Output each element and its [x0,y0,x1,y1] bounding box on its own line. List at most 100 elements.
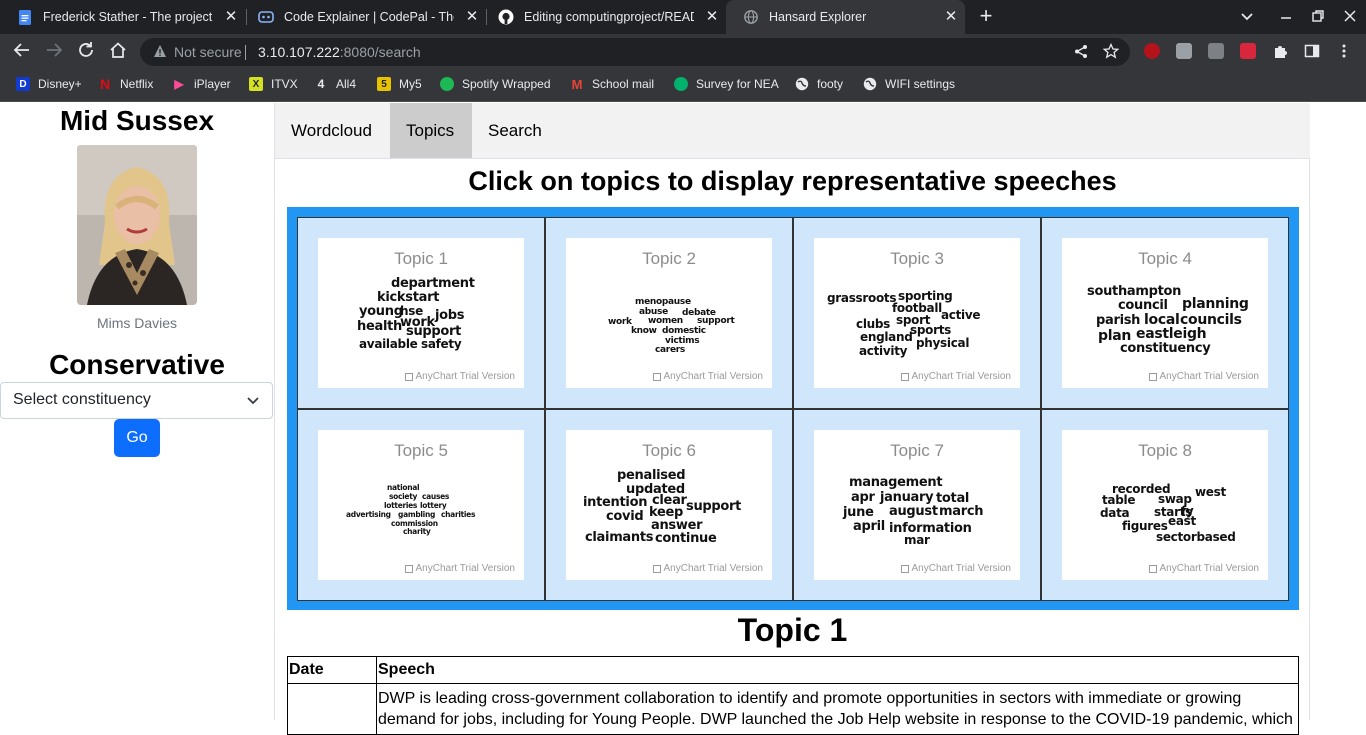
ublock-icon[interactable] [1144,43,1160,59]
bookmark-school-mail[interactable]: M School mail [570,77,654,92]
back-icon[interactable] [12,41,32,61]
cloud-word: mar [904,533,930,547]
close-icon[interactable]: ✕ [223,9,239,25]
bookmark-iplayer[interactable]: ▶ iPlayer [172,77,231,91]
new-tab-icon[interactable]: + [978,5,994,27]
table-header-row: Date Speech [287,656,1299,684]
topic-cell-5[interactable]: Topic 5 national society causes lotterie… [297,409,545,601]
close-window-icon[interactable] [1342,9,1358,25]
chevron-down-icon[interactable] [1239,9,1255,25]
watermark-text: AnyChart Trial Version [1159,371,1260,382]
cloud-word: domestic [662,326,706,336]
topic-wordcloud-4[interactable]: Topic 4 southampton council planning par… [1062,238,1268,388]
browser-tab-github[interactable]: Editing computingproject/READM ✕ [481,0,726,34]
cloud-word: west [1195,485,1226,499]
tab-wordcloud[interactable]: Wordcloud [275,103,390,158]
constituency-select[interactable]: Select constituency [0,382,273,419]
topic-title: Topic 4 [1138,249,1192,268]
extension-icon[interactable] [1240,43,1256,59]
tab-topics[interactable]: Topics [390,103,472,158]
cloud-word: covid [606,509,644,524]
mp-photo [77,145,197,305]
cloud-word: activity [859,344,908,358]
close-icon[interactable]: ✕ [464,9,480,25]
cloud-word: planning [1182,296,1249,312]
topic-cell-2[interactable]: Topic 2 menopause abuse debate work wome… [545,217,793,409]
topic-cell-3[interactable]: Topic 3 grassroots sporting football act… [793,217,1041,409]
cloud-word: active [941,308,981,322]
cloud-word: causes [422,492,450,501]
topic-wordcloud-7[interactable]: Topic 7 management apr january total jun… [814,430,1020,580]
extension-icon[interactable] [1176,43,1192,59]
reload-icon[interactable] [76,41,96,61]
tab-title: Frederick Stather - The project - G [43,10,213,24]
cloud-word: lottery [420,501,447,510]
cloud-word: sports [910,323,951,337]
close-icon[interactable]: ✕ [943,9,959,25]
cloud-word: work [608,317,632,327]
topic-cell-4[interactable]: Topic 4 southampton council planning par… [1041,217,1289,409]
sidepanel-icon[interactable] [1304,43,1320,59]
anychart-watermark: AnyChart Trial Version [652,563,764,574]
share-icon[interactable] [1074,44,1088,64]
topic-wordcloud-1[interactable]: Topic 1 department kickstart young hse j… [318,238,524,388]
browser-tab-docs[interactable]: Frederick Stather - The project - G ✕ [0,0,245,34]
bookmark-itvx[interactable]: X ITVX [249,77,298,91]
cloud-word: health [357,319,402,334]
forward-icon[interactable] [44,41,64,61]
tab-title: Editing computingproject/READM [524,10,694,24]
page-content: Mid Sussex Mims Davies Conservative Sele… [0,103,1366,735]
topic-wordcloud-2[interactable]: Topic 2 menopause abuse debate work wome… [566,238,772,388]
bookmark-my5[interactable]: 5 My5 [377,77,422,91]
restore-icon[interactable] [1310,9,1326,25]
cloud-word: management [849,475,943,490]
globe-icon [795,77,809,91]
cloud-word: august [889,504,938,519]
bookmark-label: WIFI settings [885,77,956,91]
cloud-word: know [631,326,657,336]
bookmark-label: iPlayer [194,77,231,91]
bookmark-survey[interactable]: Survey for NEA [674,77,779,91]
bookmark-netflix[interactable]: N Netflix [98,76,153,92]
topic-cell-6[interactable]: Topic 6 penalised updated intention clea… [545,409,793,601]
speech-text: DWP is leading cross-government collabor… [376,683,1299,735]
watermark-text: AnyChart Trial Version [1159,563,1260,574]
address-bar[interactable]: Not secure 3.10.107.222:8080/search [140,38,1130,66]
cloud-word: physical [916,336,970,350]
bookmark-footy[interactable]: footy [795,77,843,91]
bookmark-spotify[interactable]: Spotify Wrapped [440,77,551,91]
chart-icon [652,564,661,573]
topic-cell-7[interactable]: Topic 7 management apr january total jun… [793,409,1041,601]
bookmark-wifi[interactable]: WIFI settings [863,77,955,91]
browser-tab-hansard[interactable]: Hansard Explorer ✕ [726,0,965,34]
selected-topic-title: Topic 1 [737,612,848,648]
netflix-icon: N [99,76,111,92]
topic-wordcloud-3[interactable]: Topic 3 grassroots sporting football act… [814,238,1020,388]
nav-tabs: Wordcloud Topics Search [275,103,1310,159]
star-icon[interactable] [1102,42,1120,64]
watermark-text: AnyChart Trial Version [663,563,764,574]
puzzle-icon[interactable] [1272,43,1288,59]
topic-wordcloud-6[interactable]: Topic 6 penalised updated intention clea… [566,430,772,580]
chevron-down-icon [246,393,260,412]
my5-icon: 5 [377,77,391,91]
browser-tab-codepal[interactable]: Code Explainer | CodePal - The U ✕ [241,0,486,34]
minimize-icon[interactable] [1278,9,1294,25]
home-icon[interactable] [108,41,128,61]
menu-icon[interactable] [1336,43,1352,59]
close-icon[interactable]: ✕ [704,9,720,25]
watermark-text: AnyChart Trial Version [911,563,1012,574]
topic-cell-1[interactable]: Topic 1 department kickstart young hse j… [297,217,545,409]
watermark-text: AnyChart Trial Version [415,563,516,574]
cloud-word: information [889,521,972,536]
topic-wordcloud-8[interactable]: Topic 8 recorded table swap west data st… [1062,430,1268,580]
bookmark-label: Disney+ [38,77,82,91]
bookmark-disney[interactable]: D Disney+ [16,77,82,91]
topic-wordcloud-5[interactable]: Topic 5 national society causes lotterie… [318,430,524,580]
go-button[interactable]: Go [114,419,160,457]
cloud-word: clubs [856,317,891,331]
tab-search[interactable]: Search [472,103,558,158]
extension-icon[interactable] [1208,43,1224,59]
bookmark-all4[interactable]: 4 All4 [314,77,356,91]
topic-cell-8[interactable]: Topic 8 recorded table swap west data st… [1041,409,1289,601]
